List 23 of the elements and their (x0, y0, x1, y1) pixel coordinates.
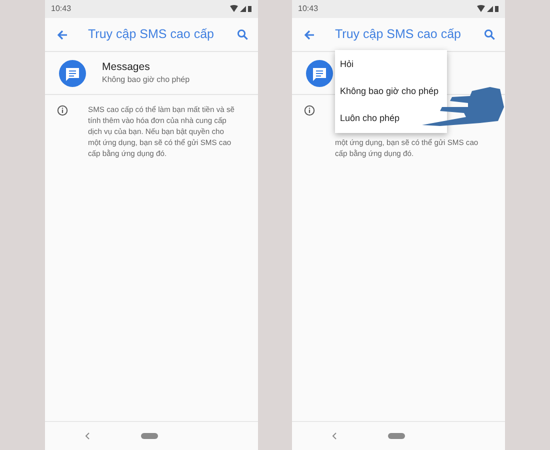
info-icon (304, 105, 315, 116)
info-icon (57, 105, 68, 116)
menu-item[interactable]: Luôn cho phép (335, 105, 447, 132)
status-icons (230, 5, 252, 13)
menu-item[interactable]: Không bao giờ cho phép (335, 78, 447, 105)
messages-app-icon (306, 60, 333, 86)
status-time: 10:43 (51, 3, 72, 15)
home-button[interactable] (388, 433, 405, 439)
status-icons (477, 5, 499, 13)
back-arrow-icon[interactable] (57, 30, 68, 40)
screen-title: Truy cập SMS cao cấp (88, 26, 214, 44)
app-name[interactable]: Messages (102, 61, 190, 74)
screen-title: Truy cập SMS cao cấp (335, 26, 461, 44)
messages-app-icon (59, 60, 86, 86)
back-arrow-icon[interactable] (304, 30, 315, 40)
nav-back-icon[interactable] (85, 432, 90, 440)
home-button[interactable] (141, 433, 158, 439)
search-icon[interactable] (484, 29, 495, 40)
status-time: 10:43 (298, 3, 318, 15)
search-icon[interactable] (237, 29, 248, 40)
app-permission: Không bao giờ cho phép (102, 74, 190, 85)
nav-back-icon[interactable] (332, 432, 337, 440)
menu-item[interactable]: Hỏi (335, 51, 447, 78)
